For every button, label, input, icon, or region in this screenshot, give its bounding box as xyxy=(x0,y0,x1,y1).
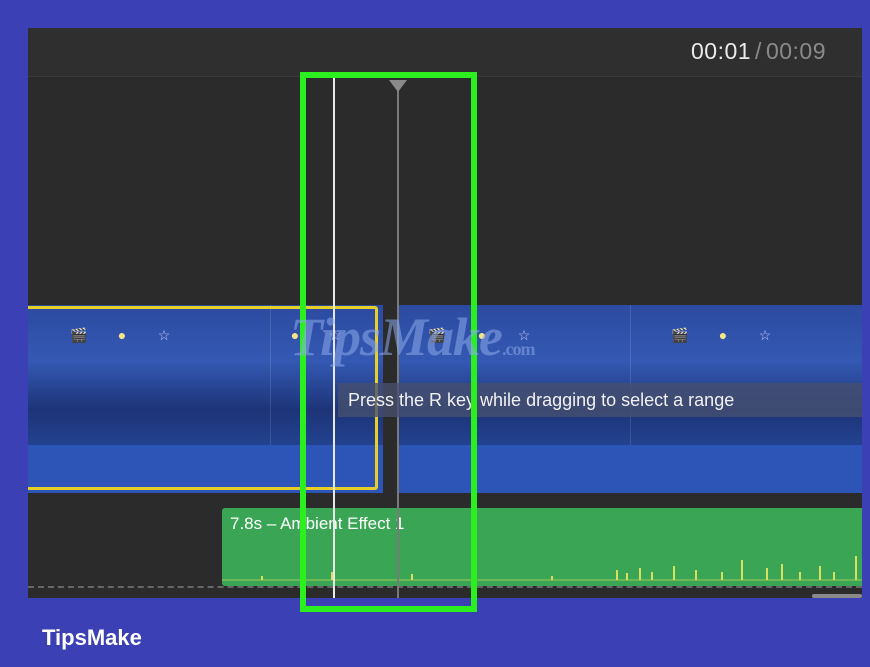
brand-caption: TipsMake xyxy=(42,625,142,650)
star-icon: ☆ xyxy=(758,327,772,343)
sun-icon: ● xyxy=(718,327,728,343)
timecode-separator: / xyxy=(755,38,762,64)
film-icon: 🎬 xyxy=(671,327,689,343)
timecode-display: 00:01/00:09 xyxy=(691,38,826,65)
timecode-total: 00:09 xyxy=(765,38,826,64)
timeline-header: 00:01/00:09 xyxy=(28,28,862,77)
watermark-suffix: .com xyxy=(501,339,535,359)
timeline-scrollbar[interactable] xyxy=(812,594,862,598)
clip-thumbnail: 🎬 ● ☆ xyxy=(631,305,862,445)
screenshot-frame: 00:01/00:09 🎬 ● ☆ ● ☆ 🎬 ● ☆ 🎬 ● ☆ 7.8s –… xyxy=(0,0,870,667)
timecode-current: 00:01 xyxy=(690,38,752,64)
watermark-logo: TipsMake.com xyxy=(290,306,535,368)
watermark-main: TipsMake xyxy=(290,307,503,367)
